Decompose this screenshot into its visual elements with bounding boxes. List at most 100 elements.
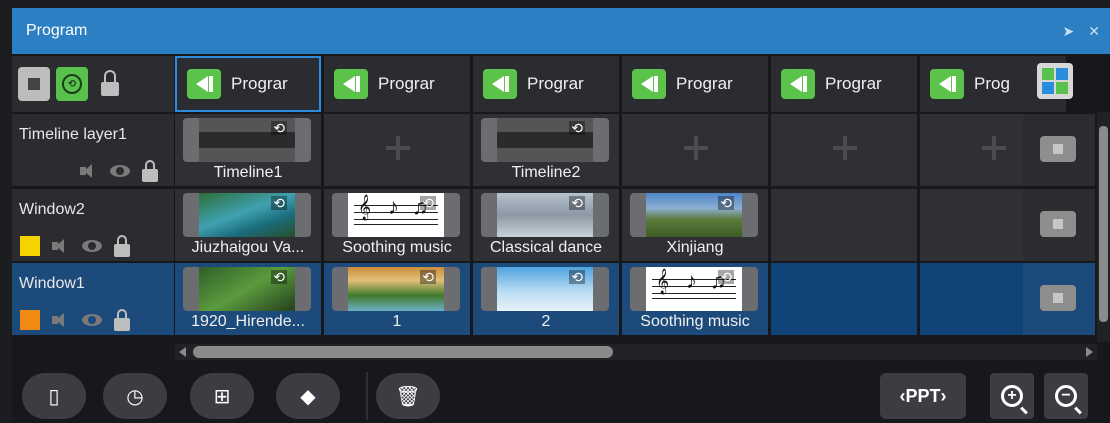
schedule-button[interactable]: ◷	[103, 373, 167, 419]
play-icon[interactable]	[187, 69, 221, 99]
layer-header[interactable]: Window2	[12, 189, 174, 261]
layout-button[interactable]	[1037, 63, 1073, 99]
layer-color-swatch[interactable]	[20, 236, 40, 256]
zoom-out-button[interactable]: −	[1044, 373, 1088, 419]
media-button[interactable]: ▯	[22, 373, 86, 419]
add-icon[interactable]	[982, 136, 1006, 160]
media-caption: Xinjiang	[666, 239, 724, 256]
play-icon[interactable]	[632, 69, 666, 99]
scroll-left-icon[interactable]	[179, 347, 186, 357]
window-titlebar: Program ➤ ✕	[12, 8, 1110, 54]
program-tab[interactable]: Prograr	[324, 56, 470, 112]
layer-header[interactable]: Timeline layer1	[12, 114, 174, 186]
zoom-in-icon: +	[1001, 385, 1023, 407]
media-thumbnail: ⟲	[630, 193, 758, 237]
media-cell[interactable]: ⟲ Jiuzhaigou Va...	[175, 189, 321, 261]
layer-stop-area	[1023, 263, 1095, 335]
media-thumbnail: ⟲	[332, 267, 460, 311]
ppt-button[interactable]: ‹PPT›	[880, 373, 966, 419]
close-icon[interactable]: ✕	[1088, 22, 1100, 40]
loop-icon: ⟲	[569, 269, 585, 285]
speaker-icon[interactable]	[80, 164, 98, 178]
media-cell[interactable]	[771, 189, 917, 261]
media-thumbnail: ⟲	[481, 267, 609, 311]
program-tab[interactable]: Prograr	[473, 56, 619, 112]
scroll-right-icon[interactable]	[1086, 347, 1093, 357]
trash-icon: 🗑	[395, 385, 421, 408]
add-cell[interactable]	[324, 114, 470, 186]
lock-icon[interactable]	[114, 235, 130, 257]
play-icon[interactable]	[334, 69, 368, 99]
loop-icon: ⟲	[420, 269, 436, 285]
layer-color-swatch[interactable]	[20, 310, 40, 330]
program-label: Prograr	[825, 74, 882, 93]
media-cell[interactable]: ⟲ 1920_Hirende...	[175, 263, 321, 335]
stop-all-button[interactable]	[18, 67, 50, 101]
media-caption: Soothing music	[342, 239, 452, 256]
play-icon[interactable]	[781, 69, 815, 99]
loop-play-icon: ⟲	[62, 74, 82, 94]
media-cell[interactable]: ⟲ Xinjiang	[622, 189, 768, 261]
media-caption: 1	[392, 313, 402, 330]
speaker-icon[interactable]	[52, 313, 70, 327]
add-cell[interactable]	[771, 114, 917, 186]
media-caption: Classical dance	[489, 239, 603, 256]
program-tab[interactable]: Prograr	[771, 56, 917, 112]
media-cell[interactable]: ⟲ Timeline1	[175, 114, 321, 186]
media-cell[interactable]: ⟲ Timeline2	[473, 114, 619, 186]
add-icon[interactable]	[833, 136, 857, 160]
add-icon[interactable]	[684, 136, 708, 160]
add-cell[interactable]	[622, 114, 768, 186]
layer-row: ⟲ Jiuzhaigou Va... 𝄞 ♪ ♫ ⟲ Soothing music ⟲ Clas…	[175, 189, 1066, 261]
program-tab[interactable]: Prograr	[622, 56, 768, 112]
play-icon[interactable]	[483, 69, 517, 99]
layer-stop-button[interactable]	[1040, 136, 1076, 162]
media-cell[interactable]: ⟲ 1	[324, 263, 470, 335]
loop-icon: ⟲	[271, 269, 287, 285]
unlock-icon[interactable]	[100, 70, 120, 98]
add-window-button[interactable]: ⊞	[190, 373, 254, 419]
window-title: Program	[26, 22, 88, 39]
vertical-scrollbar[interactable]	[1097, 112, 1110, 342]
play-icon[interactable]	[930, 69, 964, 99]
lock-icon[interactable]	[142, 160, 158, 182]
delete-button[interactable]: 🗑	[376, 373, 440, 419]
speaker-icon[interactable]	[52, 239, 70, 253]
program-label: Prograr	[527, 74, 584, 93]
film-icon: ▯	[48, 385, 60, 408]
layer-header[interactable]: Window1	[12, 263, 174, 335]
eye-icon[interactable]	[82, 240, 102, 252]
layer-stop-button[interactable]	[1040, 285, 1076, 311]
media-thumbnail: 𝄞 ♪ ♫ ⟲	[332, 193, 460, 237]
layer-name: Timeline layer1	[19, 126, 127, 143]
program-tab[interactable]: Prograr	[175, 56, 321, 112]
layer-row: ⟲ Timeline1 ⟲ Timeline2	[175, 114, 1066, 186]
zoom-in-button[interactable]: +	[990, 373, 1034, 419]
media-thumbnail: ⟲	[481, 193, 609, 237]
lock-icon[interactable]	[114, 309, 130, 331]
scrollbar-thumb[interactable]	[1099, 126, 1108, 322]
add-icon[interactable]	[386, 136, 410, 160]
media-caption: 1920_Hirende...	[191, 313, 305, 330]
media-caption: Timeline1	[213, 164, 283, 181]
scrollbar-thumb[interactable]	[193, 346, 613, 358]
add-window-icon: ⊞	[213, 385, 231, 408]
media-cell[interactable]: ⟲ Classical dance	[473, 189, 619, 261]
horizontal-scrollbar[interactable]	[175, 344, 1097, 360]
layer-controls: ⟲	[12, 56, 174, 112]
loop-icon: ⟲	[569, 195, 585, 211]
media-cell[interactable]: ⟲ 2	[473, 263, 619, 335]
pin-icon[interactable]: ➤	[1063, 22, 1075, 40]
layer-stop-button[interactable]	[1040, 211, 1076, 237]
eye-icon[interactable]	[82, 314, 102, 326]
toolbar-divider	[366, 372, 368, 420]
media-cell[interactable]: 𝄞 ♪ ♫ ⟲ Soothing music	[622, 263, 768, 335]
program-label: Prograr	[231, 74, 288, 93]
media-cell[interactable]: 𝄞 ♪ ♫ ⟲ Soothing music	[324, 189, 470, 261]
media-cell[interactable]	[771, 263, 917, 335]
loop-play-button[interactable]: ⟲	[56, 67, 88, 101]
layer-name: Window2	[19, 201, 85, 218]
tag-button[interactable]: ◆	[276, 373, 340, 419]
eye-icon[interactable]	[110, 165, 130, 177]
media-thumbnail: ⟲	[183, 193, 311, 237]
